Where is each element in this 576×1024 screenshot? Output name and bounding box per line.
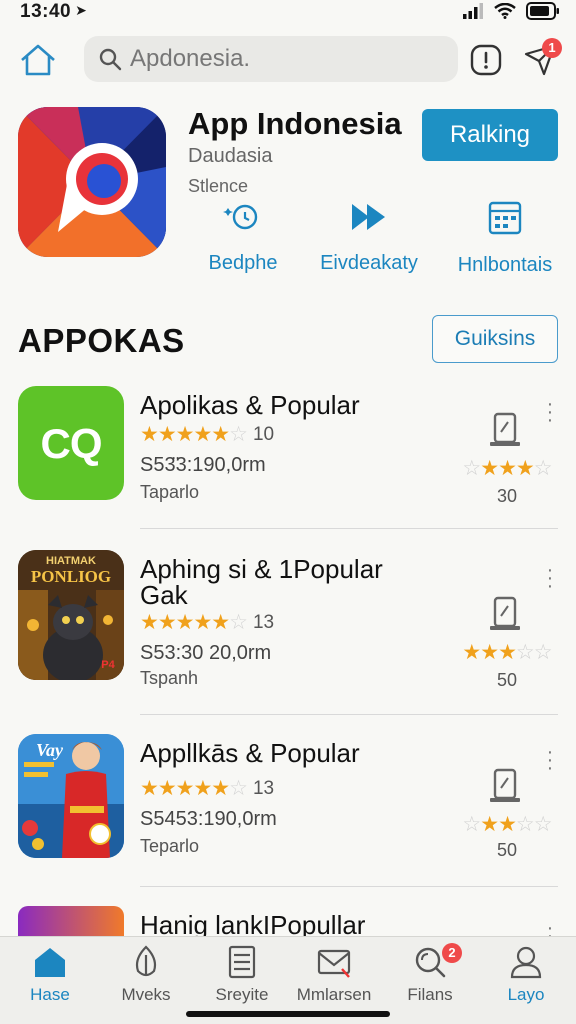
app-rating: ★★★★★☆ 13	[140, 776, 274, 801]
action-label: Eivdeakaty	[320, 252, 418, 274]
more-options-icon[interactable]: · · ·	[544, 560, 556, 596]
tab-layo[interactable]: Layo	[478, 945, 574, 1005]
download-icon[interactable]	[470, 44, 502, 76]
side-rating-stars: ★★★☆☆	[462, 641, 552, 664]
app-price: S53̈3:190,0rm	[140, 454, 266, 476]
home-outline-icon[interactable]	[18, 40, 58, 80]
tab-label: Sreyite	[215, 985, 269, 1004]
action-eivdeakaty[interactable]: Eivdeakaty	[304, 200, 434, 275]
side-rating-stars: ☆★★☆☆	[462, 813, 552, 836]
mail-icon	[317, 949, 351, 978]
app-thumbnail: Vay	[18, 734, 124, 858]
phone-icon	[490, 596, 520, 630]
app-thumbnail-title: Vay	[36, 740, 64, 760]
person-icon	[510, 946, 542, 979]
tab-home[interactable]: Hase	[2, 945, 98, 1005]
leaf-icon	[135, 945, 157, 977]
app-name: Aphing si & 1Popular Gak	[140, 554, 383, 610]
app-name: Apolikas & Popular	[140, 390, 360, 420]
app-category: Teparlo	[140, 836, 200, 856]
status-icons	[462, 2, 560, 20]
app-name: Appllkās & Popular	[140, 738, 360, 768]
featured-app-title: App Indonesia	[188, 106, 402, 141]
action-hnlbontais[interactable]: Hnlbontais	[440, 200, 570, 277]
app-thumbnail-logo: CQ	[40, 420, 103, 467]
rating-count: 13	[252, 611, 275, 633]
notifications-button[interactable]: 1	[522, 38, 562, 78]
ranking-button[interactable]: Ralking	[422, 109, 558, 161]
featured-app-category: Stlence	[188, 176, 249, 196]
location-icon: ➤	[75, 2, 88, 18]
battery-icon	[526, 2, 559, 20]
notification-badge: 1	[542, 38, 562, 58]
action-label: Bedphe	[208, 252, 278, 274]
search-input[interactable]: Apdonesia.	[84, 36, 458, 82]
tab-filans[interactable]: 2 Filans	[382, 943, 478, 1005]
divider	[140, 714, 558, 715]
side-count: 30	[496, 486, 518, 506]
tab-mmlarsen[interactable]: Mmlarsen	[286, 945, 382, 1005]
more-options-icon[interactable]: · · ·	[544, 394, 556, 430]
list-icon	[228, 945, 256, 979]
phone-icon	[490, 412, 520, 446]
tab-mveks[interactable]: Mveks	[98, 945, 194, 1005]
status-time-text: 13:40	[20, 1, 72, 22]
tab-label: Filans	[407, 985, 453, 1004]
calendar-icon	[488, 201, 522, 235]
rating-count: 13	[252, 777, 275, 799]
section-title: APPOKAS	[18, 322, 185, 359]
app-rating: ★★★★★☆ 13	[140, 610, 274, 635]
divider	[140, 886, 558, 887]
app-thumbnail-title: HIATMAK	[46, 555, 96, 567]
action-bedphe[interactable]: Bedphe	[178, 200, 308, 275]
search-placeholder: Apdonesia.	[130, 45, 251, 72]
app-rating: ★★★★★☆ 10	[140, 422, 274, 447]
fast-forward-icon	[352, 204, 385, 230]
tab-label: Mveks	[121, 985, 171, 1004]
app-thumbnail-tag: P4	[101, 659, 115, 671]
app-price: S5453:190,0rm	[140, 808, 277, 830]
featured-app-icon[interactable]	[18, 107, 166, 257]
search-row: Apdonesia. 1	[0, 36, 576, 84]
rating-count: 10	[252, 423, 275, 445]
app-name: Hanig lankIPopullar	[140, 910, 366, 940]
signal-icon	[463, 3, 483, 19]
tab-badge: 2	[442, 943, 462, 963]
app-category: Taparlo	[140, 482, 200, 502]
app-category: Tspanh	[140, 668, 199, 688]
app-thumbnail: HIATMAK PONLIOG P4	[18, 550, 124, 680]
app-thumbnail: CQ	[18, 386, 124, 500]
status-bar: 13:40 ➤	[0, 0, 576, 26]
tab-label: Layo	[507, 985, 545, 1004]
rating-stars: ★★★★★☆	[140, 423, 248, 446]
side-count: 50	[496, 840, 518, 860]
search-icon	[99, 48, 122, 71]
tab-sreyite[interactable]: Sreyite	[194, 945, 290, 1005]
status-time: 13:40 ➤	[20, 1, 87, 23]
app-thumbnail-title-2: PONLIOG	[31, 567, 111, 586]
divider	[140, 528, 558, 529]
sparkle-icon	[223, 204, 258, 230]
more-options-icon[interactable]: · · ·	[544, 742, 556, 778]
app-price: S53:30 20,0rm	[140, 642, 272, 664]
wifi-icon	[494, 3, 516, 19]
side-rating-stars: ☆★★★☆	[462, 457, 552, 480]
section-see-all-button[interactable]: Guiksins	[432, 315, 558, 363]
home-indicator	[186, 1011, 390, 1017]
featured-app-developer[interactable]: Daudasia	[188, 145, 273, 168]
phone-icon	[490, 768, 520, 802]
tab-label: Mmlarsen	[296, 985, 372, 1004]
rating-stars: ★★★★★☆	[140, 611, 248, 634]
side-count: 50	[496, 670, 518, 690]
action-label: Hnlbontais	[457, 254, 553, 276]
tab-label: Hase	[30, 985, 70, 1004]
home-icon	[35, 948, 65, 977]
rating-stars: ★★★★★☆	[140, 777, 248, 800]
